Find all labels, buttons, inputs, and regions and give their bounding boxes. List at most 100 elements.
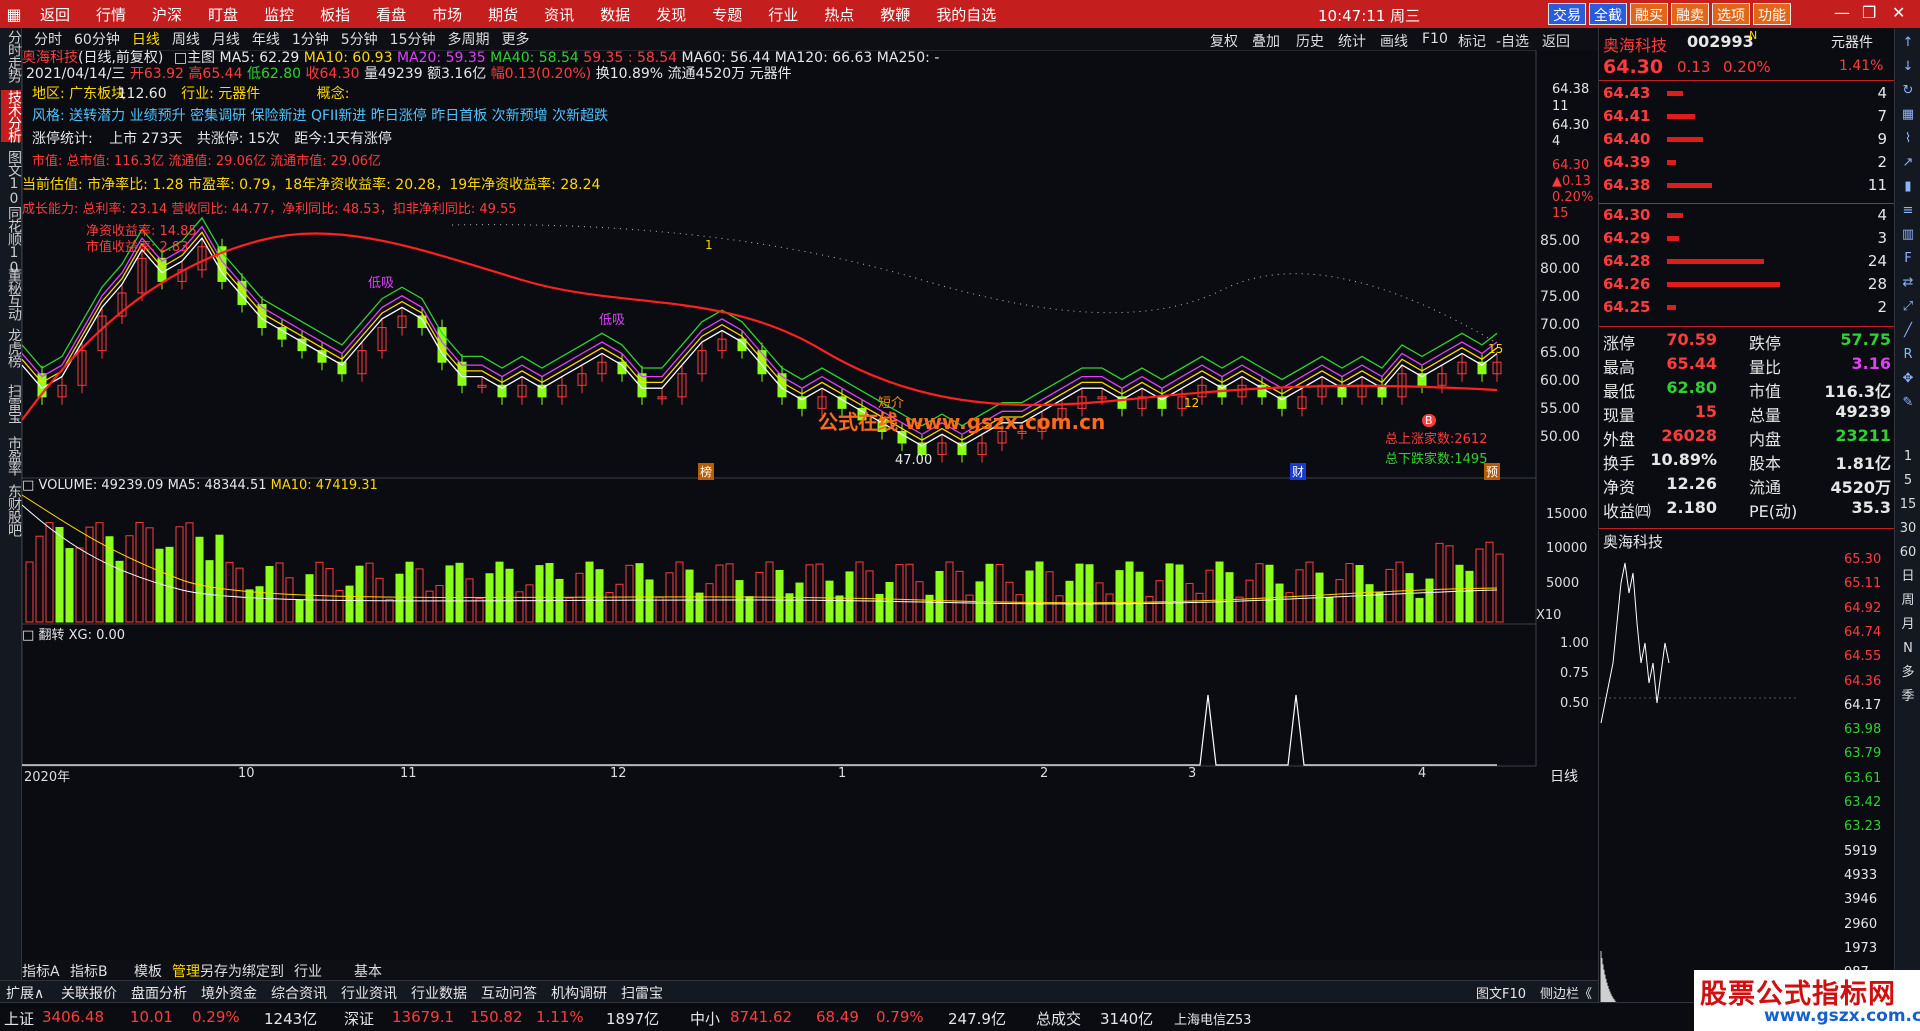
- period-shortcut-2[interactable]: 15: [1899, 496, 1917, 514]
- minimize-icon[interactable]: —: [1834, 3, 1850, 22]
- ext-tab-2[interactable]: 盘面分析: [131, 983, 187, 1003]
- period-shortcut-9[interactable]: 多: [1899, 664, 1917, 682]
- grid-icon[interactable]: ▦: [1899, 106, 1917, 124]
- close-icon[interactable]: ✕: [1892, 3, 1905, 22]
- toolbar-item-0[interactable]: 复权: [1210, 31, 1238, 51]
- left-tab-2[interactable]: 图文10: [1, 150, 22, 206]
- left-tab-7[interactable]: 市盈率: [1, 436, 22, 475]
- toolbar-item-5[interactable]: F10: [1422, 31, 1448, 47]
- refresh-icon[interactable]: ↻: [1899, 82, 1917, 100]
- indicator-tab-0[interactable]: 指标A: [22, 961, 60, 981]
- toolbar-item-3[interactable]: 统计: [1338, 31, 1366, 51]
- ext-tab-0[interactable]: 扩展∧: [6, 983, 44, 1003]
- trend-icon[interactable]: ↗: [1899, 154, 1917, 172]
- rsi-icon[interactable]: R: [1899, 346, 1917, 364]
- menu-item-13[interactable]: 行业: [768, 4, 798, 25]
- date-axis-period[interactable]: 日线: [1550, 766, 1578, 786]
- period-shortcut-7[interactable]: 月: [1899, 616, 1917, 634]
- period-shortcut-8[interactable]: N: [1899, 640, 1917, 658]
- toolbar-item-4[interactable]: 画线: [1380, 31, 1408, 51]
- ext-tab-4[interactable]: 综合资讯: [271, 983, 327, 1003]
- period-shortcut-6[interactable]: 周: [1899, 592, 1917, 610]
- period-shortcut-10[interactable]: 季: [1899, 688, 1917, 706]
- server-name[interactable]: 上海电信Z53: [1174, 1009, 1251, 1028]
- ext-tab-8[interactable]: 机构调研: [551, 983, 607, 1003]
- period-3[interactable]: 周线: [172, 29, 200, 49]
- period-shortcut-0[interactable]: 1: [1899, 448, 1917, 466]
- indicator-name[interactable]: 翻转: [38, 628, 64, 643]
- ext-tab-1[interactable]: 关联报价: [61, 983, 117, 1003]
- menu-item-14[interactable]: 热点: [824, 4, 854, 25]
- indicator-tab-5[interactable]: 绑定到: [242, 961, 284, 981]
- trade-button-2[interactable]: 融买: [1630, 3, 1668, 25]
- period-7[interactable]: 5分钟: [341, 29, 378, 49]
- menu-item-15[interactable]: 教鞭: [880, 4, 910, 25]
- menu-item-5[interactable]: 板指: [320, 4, 350, 25]
- period-shortcut-5[interactable]: 日: [1899, 568, 1917, 586]
- period-1[interactable]: 60分钟: [74, 29, 120, 49]
- trade-button-1[interactable]: 全截: [1589, 3, 1627, 25]
- fit-icon[interactable]: ⤢: [1899, 298, 1917, 316]
- menu-item-7[interactable]: 市场: [432, 4, 462, 25]
- period-shortcut-3[interactable]: 30: [1899, 520, 1917, 538]
- left-tab-5[interactable]: 龙虎榜: [1, 328, 22, 367]
- toolbar-item-8[interactable]: 返回: [1542, 31, 1570, 51]
- period-9[interactable]: 多周期: [448, 29, 490, 49]
- f10-icon[interactable]: F: [1899, 250, 1917, 268]
- ext-tab-7[interactable]: 互动问答: [481, 983, 537, 1003]
- right-tab-0[interactable]: 图文F10: [1476, 983, 1526, 1002]
- toolbar-item-2[interactable]: 历史: [1296, 31, 1324, 51]
- kline-icon[interactable]: ▥: [1899, 226, 1917, 244]
- bar-chart-icon[interactable]: ▮: [1899, 178, 1917, 196]
- menu-item-12[interactable]: 专题: [712, 4, 742, 25]
- left-tab-0[interactable]: 分时走势: [1, 30, 22, 82]
- left-tab-8[interactable]: 东财股吧: [1, 484, 22, 536]
- arrow-up-icon[interactable]: ↑: [1899, 34, 1917, 52]
- trade-button-4[interactable]: 选项: [1712, 3, 1750, 25]
- period-shortcut-1[interactable]: 5: [1899, 472, 1917, 490]
- line-icon[interactable]: ╱: [1899, 322, 1917, 340]
- menu-item-4[interactable]: 监控: [264, 4, 294, 25]
- arrow-down-icon[interactable]: ↓: [1899, 58, 1917, 76]
- period-2[interactable]: 日线: [132, 29, 160, 49]
- marker-yu[interactable]: 预: [1484, 463, 1501, 480]
- left-tab-4[interactable]: 董秘互动: [1, 268, 22, 320]
- indicator-tab-2[interactable]: 模板: [134, 961, 162, 981]
- period-5[interactable]: 年线: [252, 29, 280, 49]
- ext-tab-6[interactable]: 行业数据: [411, 983, 467, 1003]
- indicator-tab-7[interactable]: 基本: [354, 961, 382, 981]
- period-shortcut-4[interactable]: 60: [1899, 544, 1917, 562]
- period-10[interactable]: 更多: [502, 29, 530, 49]
- indicator-tab-1[interactable]: 指标B: [70, 961, 108, 981]
- trade-button-0[interactable]: 交易: [1548, 3, 1586, 25]
- menu-item-0[interactable]: 返回: [40, 4, 70, 25]
- marker-bang[interactable]: 榜: [698, 463, 715, 480]
- trade-button-3[interactable]: 融卖: [1671, 3, 1709, 25]
- menu-item-3[interactable]: 盯盘: [208, 4, 238, 25]
- left-tab-6[interactable]: 扫雷宝: [1, 384, 22, 423]
- trade-button-5[interactable]: 功能: [1753, 3, 1791, 25]
- menu-item-16[interactable]: 我的自选: [936, 4, 996, 25]
- ext-tab-9[interactable]: 扫雷宝: [621, 983, 663, 1003]
- grid-menu-icon[interactable]: ▦: [0, 0, 28, 28]
- ext-tab-3[interactable]: 境外资金: [201, 983, 257, 1003]
- list-icon[interactable]: ≡: [1899, 202, 1917, 220]
- right-tab-1[interactable]: 侧边栏《: [1540, 983, 1592, 1002]
- pen-icon[interactable]: ✎: [1899, 394, 1917, 412]
- left-tab-3[interactable]: 同花顺10: [1, 206, 22, 275]
- indicator-tab-6[interactable]: 行业: [294, 961, 322, 981]
- menu-item-6[interactable]: 看盘: [376, 4, 406, 25]
- menu-item-2[interactable]: 沪深: [152, 4, 182, 25]
- indicator-tab-4[interactable]: 另存为: [200, 961, 242, 981]
- period-4[interactable]: 月线: [212, 29, 240, 49]
- move-icon[interactable]: ✥: [1899, 370, 1917, 388]
- toolbar-item-7[interactable]: -自选: [1496, 31, 1529, 51]
- menu-item-11[interactable]: 发现: [656, 4, 686, 25]
- menu-item-9[interactable]: 资讯: [544, 4, 574, 25]
- ext-tab-5[interactable]: 行业资讯: [341, 983, 397, 1003]
- period-6[interactable]: 1分钟: [292, 29, 329, 49]
- restore-icon[interactable]: ❐: [1862, 3, 1876, 22]
- marker-cai[interactable]: 财: [1290, 463, 1307, 480]
- chart-icon[interactable]: ⌇: [1899, 130, 1917, 148]
- left-tab-1[interactable]: 技术分析: [1, 90, 22, 142]
